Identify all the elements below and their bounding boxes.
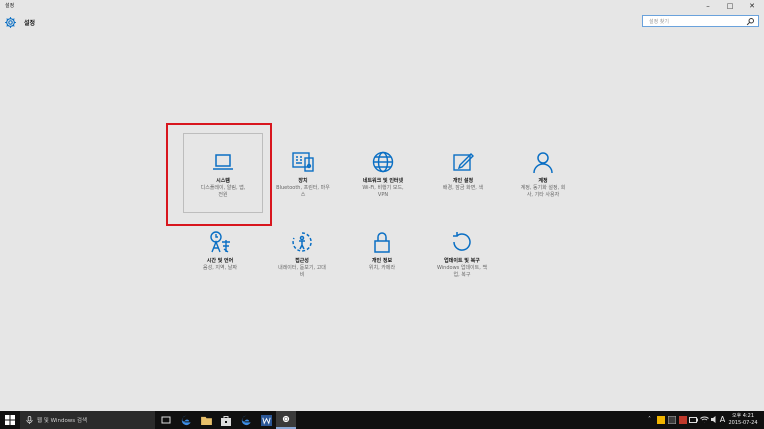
tray-app-icon[interactable] [656, 414, 665, 425]
tile-description: 음성, 지역, 날짜 [203, 265, 237, 271]
tile-label: 개인 설정 [452, 178, 474, 184]
close-button[interactable]: ✕ [744, 0, 760, 12]
tile-label: 접근성 [295, 258, 309, 264]
task-view-button[interactable] [156, 411, 176, 429]
tile-description: 위치, 카메라 [368, 265, 396, 271]
edge-taskbar-button-2[interactable] [236, 411, 256, 429]
search-icon[interactable] [746, 17, 755, 26]
tile-system[interactable]: 시스템 디스플레이, 알림, 앱, 전원 [183, 150, 263, 198]
tile-label: 장치 [298, 178, 308, 184]
keyboard-icon [292, 152, 314, 172]
taskbar-search-placeholder: 웹 및 Windows 검색 [37, 418, 88, 424]
tile-label: 계정 [538, 178, 548, 184]
tile-label: 시간 및 언어 [206, 258, 234, 264]
tile-personalization[interactable]: 개인 설정 배경, 잠금 화면, 색 [423, 150, 503, 192]
shield-icon[interactable] [678, 414, 687, 425]
tile-description: Wi-Fi, 비행기 모드, VPN [362, 185, 404, 198]
edge-taskbar-button[interactable] [176, 411, 196, 429]
tile-description: Bluetooth, 프린터, 마우 스 [276, 185, 330, 198]
windows-start-icon[interactable] [5, 415, 15, 425]
taskbar-clock[interactable]: 오후 4:21 2015-07-24 [727, 413, 759, 426]
person-icon [533, 152, 553, 174]
tile-label: 업데이트 및 복구 [444, 258, 480, 264]
folder-icon [200, 416, 212, 425]
refresh-icon [453, 232, 471, 251]
window-titlebar: 설정 – □ ✕ [0, 0, 764, 12]
word-icon [260, 414, 272, 426]
settings-search-input[interactable]: 설정 찾기 [642, 15, 759, 27]
tile-privacy[interactable]: 개인 정보 위치, 카메라 [342, 230, 422, 272]
paint-icon [453, 153, 474, 171]
tile-description: 디스플레이, 알림, 앱, 전원 [200, 185, 246, 198]
edge-icon [241, 415, 251, 425]
wifi-icon[interactable] [700, 414, 709, 425]
accessibility-icon [292, 232, 312, 252]
settings-taskbar-button[interactable] [276, 411, 296, 429]
task-view-icon [161, 416, 171, 424]
globe-icon [372, 151, 394, 173]
time-language-icon [210, 231, 230, 253]
taskbar-search-box[interactable]: 웹 및 Windows 검색 [20, 411, 155, 429]
taskbar: 웹 및 Windows 검색 ˄ A 오후 4:21 2015-07-24 [0, 411, 764, 429]
tile-description: Windows 업데이트, 백 업, 복구 [436, 265, 488, 278]
window-title: 설정 [5, 3, 15, 9]
file-explorer-taskbar-button[interactable] [196, 411, 216, 429]
ime-indicator[interactable]: A [718, 414, 727, 425]
tile-label: 네트워크 및 인터넷 [362, 178, 404, 184]
tile-description: 배경, 잠금 화면, 색 [442, 185, 484, 191]
tile-label: 개인 정보 [371, 258, 393, 264]
tray-app-icon-2[interactable] [667, 414, 676, 425]
lock-icon [374, 232, 390, 253]
clock-date: 2015-07-24 [728, 419, 758, 426]
word-taskbar-button[interactable] [256, 411, 276, 429]
tile-network[interactable]: 네트워크 및 인터넷 Wi-Fi, 비행기 모드, VPN [343, 150, 423, 198]
tile-description: 계정, 동기화 설정, 회 사, 기타 사용자 [520, 185, 566, 198]
tile-ease-of-access[interactable]: 접근성 내레이터, 돋보기, 고대 비 [262, 230, 342, 278]
laptop-icon [213, 154, 233, 170]
app-title: 설정 [24, 20, 36, 27]
battery-icon[interactable] [689, 414, 698, 425]
tile-time-language[interactable]: 시간 및 언어 음성, 지역, 날짜 [180, 230, 260, 272]
gear-icon [5, 17, 16, 28]
store-taskbar-button[interactable] [216, 411, 236, 429]
edge-icon [181, 415, 191, 425]
search-placeholder: 설정 찾기 [649, 19, 669, 25]
tile-update-security[interactable]: 업데이트 및 복구 Windows 업데이트, 백 업, 복구 [422, 230, 502, 278]
tile-accounts[interactable]: 계정 계정, 동기화 설정, 회 사, 기타 사용자 [503, 150, 583, 198]
tile-devices[interactable]: 장치 Bluetooth, 프린터, 마우 스 [263, 150, 343, 198]
gear-icon [282, 415, 290, 423]
chevron-up-icon[interactable]: ˄ [645, 414, 654, 425]
tile-description: 내레이터, 돋보기, 고대 비 [278, 265, 326, 278]
tile-label: 시스템 [216, 178, 230, 184]
minimize-button[interactable]: – [700, 0, 716, 12]
microphone-icon[interactable] [26, 416, 33, 424]
store-bag-icon [221, 415, 231, 426]
maximize-button[interactable]: □ [722, 0, 738, 12]
